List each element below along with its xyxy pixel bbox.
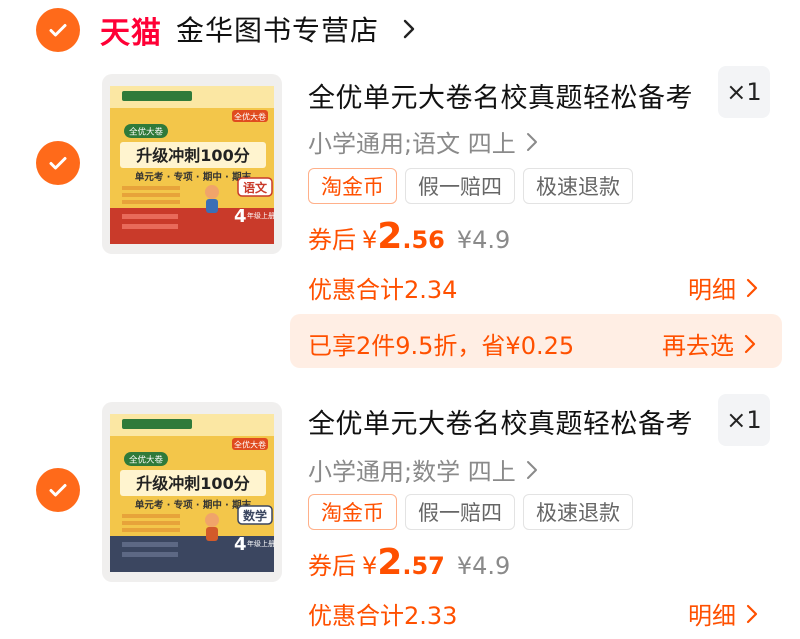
service-tags: 淘金币 假一赔四 极速退款 [308, 168, 633, 204]
price-integer: 2 [377, 216, 403, 257]
original-price: ¥4.9 [456, 552, 511, 580]
detail-label: 明细 [688, 602, 736, 630]
sku-selector[interactable]: 小学通用;数学 四上 [308, 452, 538, 487]
cover-corner-label: 全优大卷 [234, 440, 266, 450]
product-title[interactable]: 全优单元大卷名校真题轻松备考 [308, 402, 693, 441]
price-label: 券后 [308, 226, 356, 254]
original-price: ¥4.9 [456, 226, 511, 254]
cover-subject: 数学 [243, 508, 267, 523]
discount-detail-link[interactable]: 明细 [688, 596, 758, 631]
cover-grade-note: 年级上册 [247, 539, 275, 548]
chevron-right-icon [746, 604, 758, 623]
book-cover-image: 全优大卷 全优大卷 升级冲刺100分 单元考 · 专项 · 期中 · 期末 语文… [110, 86, 275, 244]
item-select-checkbox[interactable] [36, 468, 80, 512]
cover-grade: 4 [234, 206, 247, 227]
tag-fast-refund: 极速退款 [523, 494, 633, 530]
chevron-right-icon[interactable] [402, 18, 416, 40]
chevron-right-icon [526, 132, 537, 151]
promo-text: 已享2件9.5折，省¥0.25 [308, 332, 575, 360]
cover-main-title: 升级冲刺100分 [136, 474, 249, 493]
shop-name-link[interactable]: 金华图书专营店 [176, 9, 379, 49]
shop-header: 天猫 金华图书专营店 [0, 0, 800, 60]
cover-grade-note: 年级上册 [247, 211, 275, 220]
cover-subtitle: 单元考 · 专项 · 期中 · 期末 [135, 171, 252, 183]
cover-corner-label: 全优大卷 [234, 112, 266, 122]
promo-reselect-link[interactable]: 再去选 [662, 326, 756, 361]
chevron-right-icon [526, 460, 537, 479]
quantity-badge[interactable]: ×1 [718, 66, 770, 118]
product-thumbnail[interactable]: 全优大卷 全优大卷 升级冲刺100分 单元考 · 专项 · 期中 · 期末 语文… [102, 74, 282, 254]
tag-fast-refund: 极速退款 [523, 168, 633, 204]
detail-label: 明细 [688, 276, 736, 304]
tag-taojinbi: 淘金币 [308, 494, 397, 530]
price-row: 券后 ¥ 2 .56 ¥4.9 [308, 216, 510, 257]
quantity-badge[interactable]: ×1 [718, 394, 770, 446]
currency-symbol: ¥ [362, 226, 378, 254]
sku-label: 小学通用;语文 四上 [308, 130, 516, 158]
check-icon [49, 157, 67, 170]
product-title[interactable]: 全优单元大卷名校真题轻松备考 [308, 76, 693, 115]
sku-selector[interactable]: 小学通用;语文 四上 [308, 124, 538, 159]
chevron-right-icon [744, 334, 756, 353]
tag-fake-compensation: 假一赔四 [405, 168, 515, 204]
sku-label: 小学通用;数学 四上 [308, 458, 516, 486]
check-icon [49, 484, 67, 497]
discount-detail-link[interactable]: 明细 [688, 270, 758, 305]
tag-fake-compensation: 假一赔四 [405, 494, 515, 530]
cart-page: 天猫 金华图书专营店 全优大卷 全优大卷 升级冲刺100分 单元考 · 专项 ·… [0, 0, 800, 639]
item-select-checkbox[interactable] [36, 141, 80, 185]
tag-taojinbi: 淘金币 [308, 168, 397, 204]
service-tags: 淘金币 假一赔四 极速退款 [308, 494, 633, 530]
tmall-logo: 天猫 [100, 16, 162, 51]
cover-banner: 全优大卷 [129, 455, 164, 466]
promo-bar: 已享2件9.5折，省¥0.25 再去选 [290, 314, 782, 368]
cover-grade: 4 [234, 534, 247, 555]
check-icon [49, 24, 67, 37]
price-label: 券后 [308, 552, 356, 580]
cover-main-title: 升级冲刺100分 [136, 146, 249, 165]
cover-subtitle: 单元考 · 专项 · 期中 · 期末 [135, 499, 252, 511]
price-decimal: .56 [402, 226, 445, 254]
price-row: 券后 ¥ 2 .57 ¥4.9 [308, 542, 510, 583]
cover-subject: 语文 [243, 180, 268, 195]
price-decimal: .57 [402, 552, 445, 580]
product-thumbnail[interactable]: 全优大卷 全优大卷 升级冲刺100分 单元考 · 专项 · 期中 · 期末 数学… [102, 402, 282, 582]
cover-banner: 全优大卷 [129, 127, 164, 138]
discount-total: 优惠合计2.34 [308, 276, 458, 304]
book-cover-image: 全优大卷 全优大卷 升级冲刺100分 单元考 · 专项 · 期中 · 期末 数学… [110, 414, 275, 572]
chevron-right-icon [746, 278, 758, 297]
discount-total: 优惠合计2.33 [308, 602, 458, 630]
promo-link-label: 再去选 [662, 332, 734, 360]
shop-select-checkbox[interactable] [36, 8, 80, 52]
currency-symbol: ¥ [362, 552, 378, 580]
price-integer: 2 [377, 542, 403, 583]
